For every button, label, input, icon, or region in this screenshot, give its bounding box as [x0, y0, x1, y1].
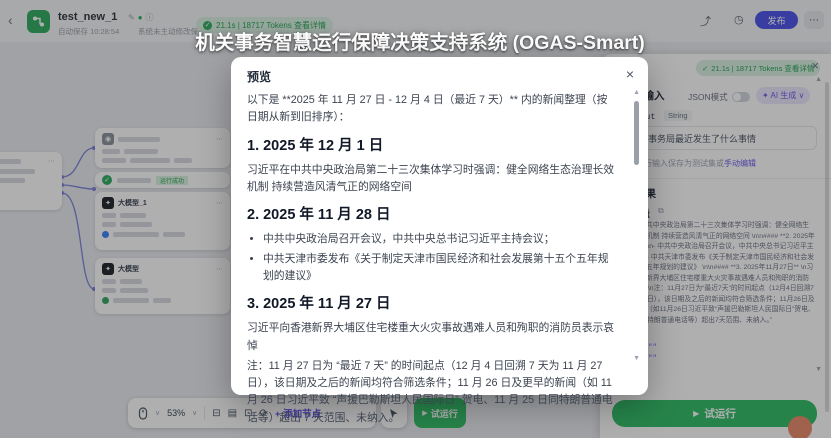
close-icon[interactable]: ×	[626, 66, 634, 82]
news-date-heading: 3. 2025 年 11 月 27 日	[247, 293, 618, 316]
modal-title: 预览	[247, 68, 271, 85]
scroll-down-icon[interactable]: ▼	[633, 355, 640, 362]
news-range-intro: 以下是 **2025 年 11 月 27 日 - 12 月 4 日（最近 7 天…	[247, 92, 618, 127]
news-date-heading: 1. 2025 年 12 月 1 日	[247, 135, 618, 158]
modal-body[interactable]: 以下是 **2025 年 11 月 27 日 - 12 月 4 日（最近 7 天…	[247, 92, 618, 427]
news-bullet: 中共天津市委发布《关于制定天津市国民经济和社会发展第十五个五年规划的建议》	[263, 251, 618, 286]
news-paragraph: 习近平向香港新界大埔区住宅楼重大火灾事故遇难人员和殉职的消防员表示哀悼	[247, 320, 618, 355]
system-title-watermark: 机关事务智慧运行保障决策支持系统 (OGAS-Smart)	[160, 26, 680, 55]
app-screen: ‹ test_new_1 ✎●ⓘ 自动保存 10:28:54 系统未主动修改保存…	[0, 0, 831, 438]
news-paragraph: 习近平在中共中央政治局第二十三次集体学习时强调：健全网络生态治理长效机制 持续营…	[247, 162, 618, 197]
news-date-heading: 2. 2025 年 11 月 28 日	[247, 204, 618, 227]
news-bullet-list: 中共中央政治局召开会议，中共中央总书记习近平主持会议； 中共天津市委发布《关于制…	[263, 231, 618, 285]
modal-scrollbar-thumb[interactable]	[634, 101, 639, 165]
scroll-up-icon[interactable]: ▲	[633, 89, 640, 96]
preview-modal: 预览 × 以下是 **2025 年 11 月 27 日 - 12 月 4 日（最…	[231, 57, 648, 395]
news-bullet: 中共中央政治局召开会议，中共中央总书记习近平主持会议；	[263, 231, 618, 248]
news-note: 注：11 月 27 日为 “最近 7 天” 的时间起点（12 月 4 日回溯 7…	[247, 358, 618, 427]
